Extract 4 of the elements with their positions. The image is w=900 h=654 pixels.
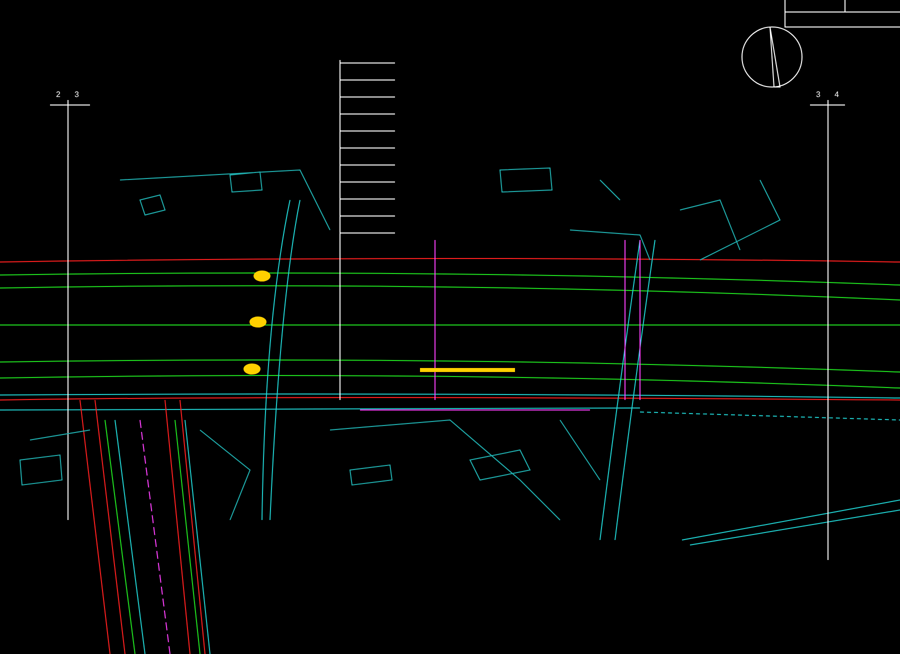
grid-label: 3 xyxy=(74,91,79,99)
grid-label: 2 xyxy=(56,91,60,99)
grid-label: 3 xyxy=(816,91,820,99)
grid-label: 4 xyxy=(834,91,839,99)
